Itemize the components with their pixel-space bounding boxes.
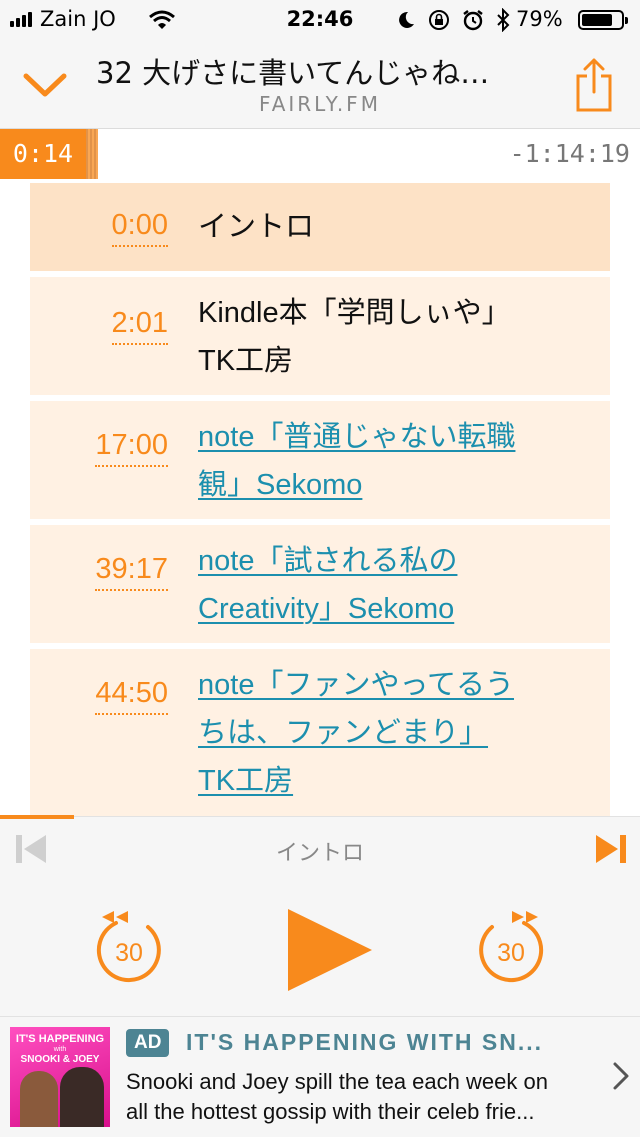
forward-30-label: 30 <box>497 939 525 967</box>
play-icon[interactable] <box>286 907 376 993</box>
ad-art-title: IT'S HAPPENING <box>15 1033 105 1045</box>
ad-artwork[interactable]: IT'S HAPPENING with SNOOKI & JOEY <box>10 1027 110 1127</box>
podcast-name[interactable]: FAIRLY.FM <box>0 92 640 116</box>
rewind-30-label: 30 <box>115 939 143 967</box>
chapter-time[interactable]: 39:17 <box>95 553 168 591</box>
orientation-lock-icon <box>429 10 449 30</box>
chapter-link[interactable]: note「普通じゃない転職 観」Sekomo <box>198 413 598 509</box>
ad-banner[interactable]: IT'S HAPPENING with SNOOKI & JOEY AD IT'… <box>0 1016 640 1137</box>
battery-icon <box>578 10 628 30</box>
chapter-time[interactable]: 17:00 <box>95 429 168 467</box>
forward-30-button[interactable]: 30 <box>474 905 548 985</box>
chapter-link[interactable]: note「試される私の Creativity」Sekomo <box>198 537 598 633</box>
chapter-row[interactable]: 39:17 note「試される私の Creativity」Sekomo <box>30 525 610 643</box>
player-controls: イントロ 30 30 <box>0 815 640 1017</box>
ad-description: Snooki and Joey spill the tea each week … <box>126 1069 548 1124</box>
chapter-link[interactable]: note「ファンやってるう ちは、ファンどまり」 TK工房 <box>198 661 598 805</box>
moon-icon <box>399 11 414 28</box>
chapter-row[interactable]: 44:50 note「ファンやってるう ちは、ファンどまり」 TK工房 <box>30 649 610 816</box>
alarm-icon <box>463 10 483 31</box>
scrubber-bar[interactable]: 0:14 -1:14:19 <box>0 129 640 180</box>
chapter-row[interactable]: 2:01 Kindle本「学問しぃや」 TK工房 <box>30 277 610 395</box>
ad-title[interactable]: IT'S HAPPENING WITH SN... <box>186 1029 596 1056</box>
chapter-time[interactable]: 0:00 <box>111 209 168 247</box>
host-photo-right <box>60 1067 104 1127</box>
next-chapter-icon[interactable] <box>594 833 628 865</box>
share-icon[interactable] <box>574 56 614 112</box>
bluetooth-icon <box>497 8 510 32</box>
chapter-time[interactable]: 2:01 <box>111 307 168 345</box>
playback-progress <box>0 815 74 819</box>
rewind-30-button[interactable]: 30 <box>92 905 166 985</box>
chapter-time[interactable]: 44:50 <box>95 677 168 715</box>
remaining-time: -1:14:19 <box>509 139 630 168</box>
chapter-row[interactable]: 17:00 note「普通じゃない転職 観」Sekomo <box>30 401 610 519</box>
chapter-row[interactable]: 0:00 イントロ <box>30 183 610 271</box>
chevron-right-icon[interactable] <box>612 1061 630 1091</box>
chapter-title: イントロ <box>198 211 315 243</box>
chapter-title: Kindle本「学問しぃや」 TK工房 <box>198 297 511 377</box>
scrubber-handle[interactable] <box>86 129 98 179</box>
ad-art-hosts: SNOOKI & JOEY <box>20 1054 100 1065</box>
current-chapter-label: イントロ <box>275 841 364 866</box>
host-photo-left <box>20 1071 58 1127</box>
ad-badge: AD <box>126 1029 170 1057</box>
ad-art-with: with <box>53 1046 67 1053</box>
elapsed-time: 0:14 <box>0 129 86 179</box>
episode-title: 32 大げさに書いてんじゃね… <box>96 56 490 90</box>
chapter-list[interactable]: 0:00 イントロ 2:01 Kindle本「学問しぃや」 TK工房 17:00… <box>0 179 640 816</box>
episode-header: 32 大げさに書いてんじゃね… FAIRLY.FM <box>0 40 640 129</box>
status-bar: Zain JO 22:46 79% <box>0 0 640 40</box>
battery-percent: 79% <box>516 7 563 31</box>
